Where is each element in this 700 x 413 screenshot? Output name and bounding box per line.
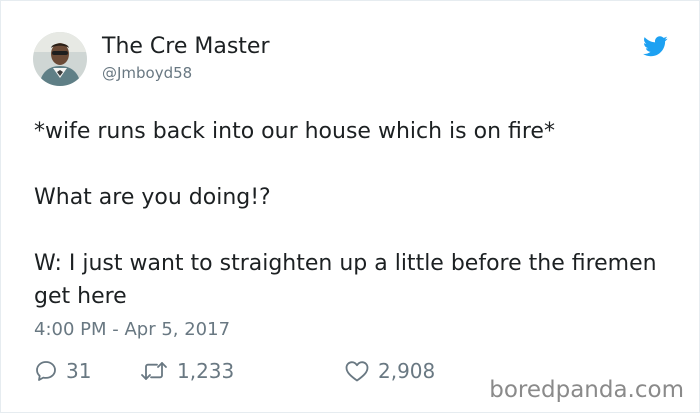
speech-bubble-icon <box>36 361 56 381</box>
tweet-line-1: *wife runs back into our house which is … <box>34 119 555 144</box>
avatar-image <box>33 32 87 86</box>
reply-button[interactable]: 31 <box>34 358 139 384</box>
watermark: boredpanda.com <box>489 377 684 403</box>
tweet-line-3: W: I just want to straighten up a little… <box>34 251 657 309</box>
tweet-actions: 31 1,233 2,908 <box>34 358 524 384</box>
avatar[interactable] <box>33 32 87 86</box>
tweet-card: The Cre Master @Jmboyd58 *wife runs back… <box>0 0 700 413</box>
retweet-count: 1,233 <box>177 359 235 383</box>
twitter-bird-icon[interactable] <box>643 36 668 57</box>
author-display-name[interactable]: The Cre Master <box>102 34 270 60</box>
author-handle[interactable]: @Jmboyd58 <box>102 63 192 83</box>
tweet-timestamp[interactable]: 4:00 PM - Apr 5, 2017 <box>34 318 230 342</box>
retweet-arrows-icon <box>141 362 167 380</box>
retweet-button[interactable]: 1,233 <box>139 358 344 384</box>
tweet-text: *wife runs back into our house which is … <box>34 115 674 313</box>
tweet-line-2: What are you doing!? <box>34 185 271 210</box>
like-count: 2,908 <box>378 359 436 383</box>
reply-count: 31 <box>66 359 92 383</box>
heart-icon <box>345 361 369 382</box>
